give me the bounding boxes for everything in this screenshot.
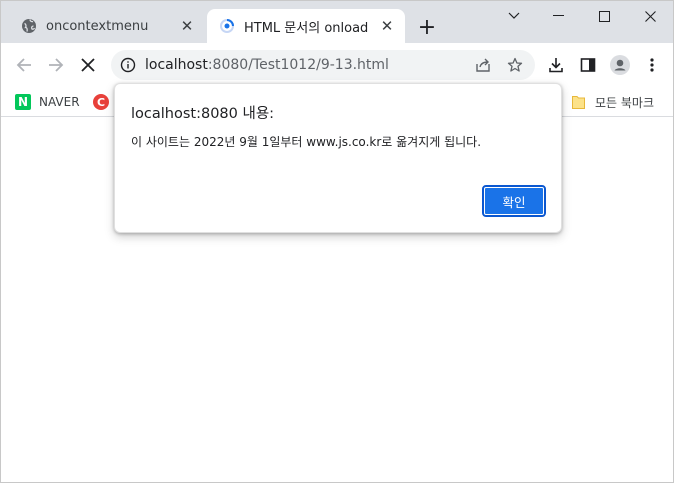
tab-oncontextmenu[interactable]: oncontextmenu ✕ — [9, 9, 205, 43]
side-panel-icon[interactable] — [576, 53, 600, 77]
browser-window: oncontextmenu ✕ HTML 문서의 onload ✕ + loca… — [0, 0, 674, 483]
chevron-down-icon[interactable] — [491, 1, 537, 31]
tab-close-icon[interactable]: ✕ — [377, 16, 397, 36]
globe-icon — [21, 18, 37, 34]
tab-html-onload[interactable]: HTML 문서의 onload ✕ — [207, 9, 405, 43]
all-bookmarks[interactable]: 모든 북마크 — [572, 92, 654, 112]
all-bookmarks-label: 모든 북마크 — [595, 95, 655, 110]
window-close-icon[interactable] — [627, 1, 673, 31]
url-text: localhost:8080/Test1012/9-13.html — [145, 57, 471, 73]
toolbar: localhost:8080/Test1012/9-13.html — [1, 43, 673, 87]
bookmark-c-site[interactable]: C — [93, 92, 109, 112]
folder-icon — [572, 95, 585, 109]
tab-strip: oncontextmenu ✕ HTML 문서의 onload ✕ + — [1, 1, 673, 43]
star-icon[interactable] — [503, 53, 527, 77]
minimize-icon[interactable] — [535, 1, 581, 31]
dialog-message: 이 사이트는 2022년 9월 1일부터 www.js.co.kr로 옮겨지게 … — [131, 135, 482, 149]
url-path: :8080/Test1012/9-13.html — [207, 57, 389, 73]
url-host: localhost — [145, 57, 208, 73]
maximize-icon[interactable] — [581, 1, 627, 31]
tab-close-icon[interactable]: ✕ — [177, 16, 197, 36]
tab-title: HTML 문서의 onload — [244, 20, 369, 36]
forward-arrow-icon[interactable] — [42, 51, 70, 79]
bookmark-label: NAVER — [39, 95, 80, 109]
naver-icon: N — [15, 94, 31, 110]
bookmark-naver[interactable]: N NAVER — [15, 92, 80, 112]
share-icon[interactable] — [471, 53, 495, 77]
back-arrow-icon[interactable] — [10, 51, 38, 79]
c-site-icon: C — [93, 94, 109, 110]
more-menu-icon[interactable] — [640, 53, 664, 77]
download-icon[interactable] — [544, 53, 568, 77]
new-tab-plus-icon[interactable]: + — [414, 14, 440, 40]
ok-button[interactable]: 확인 — [482, 185, 546, 217]
info-icon[interactable] — [120, 57, 136, 73]
tab-title: oncontextmenu — [46, 18, 149, 34]
loading-spinner-icon — [219, 18, 235, 34]
profile-avatar-icon[interactable] — [608, 53, 632, 77]
address-bar[interactable]: localhost:8080/Test1012/9-13.html — [111, 50, 535, 80]
stop-loading-icon[interactable] — [74, 51, 102, 79]
alert-dialog: localhost:8080 내용: 이 사이트는 2022년 9월 1일부터 … — [114, 83, 562, 233]
dialog-title: localhost:8080 내용: — [131, 106, 275, 122]
